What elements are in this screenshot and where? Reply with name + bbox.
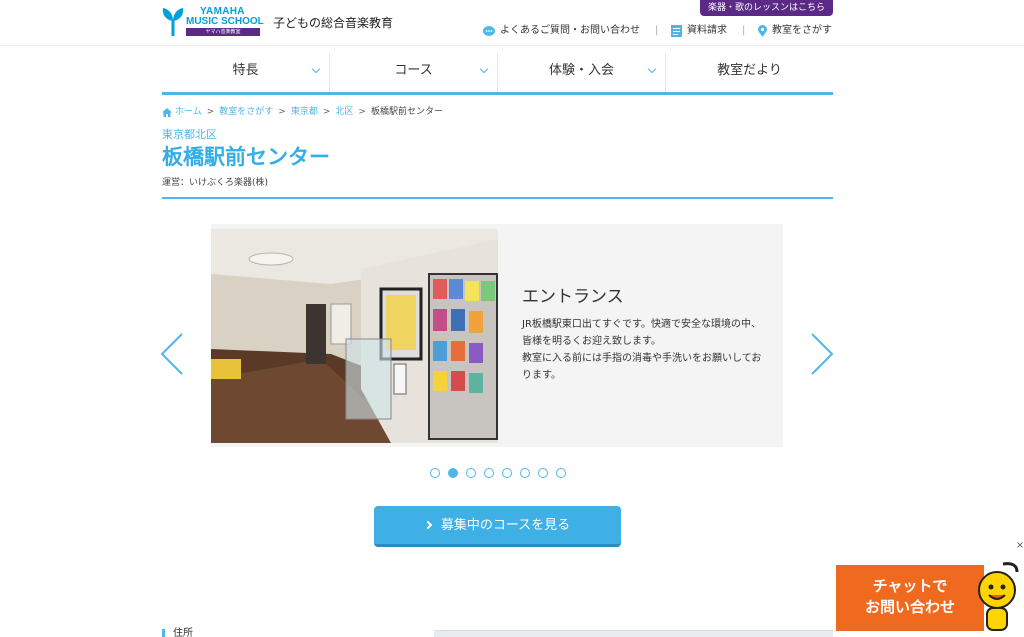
address-section-label: 住所 — [162, 629, 193, 637]
map-preview[interactable] — [434, 630, 833, 637]
link-separator: | — [742, 25, 746, 36]
next-slide-arrow-icon[interactable] — [810, 332, 834, 376]
logo-sprout-icon — [162, 8, 184, 36]
nav-school-news-label: 教室だより — [717, 63, 782, 78]
slide-pagination — [430, 468, 566, 478]
nav-features-label: 特長 — [232, 63, 259, 78]
operator-text: 運営：いけぶくろ楽器(株) — [162, 178, 269, 188]
slide-title: エントランス — [522, 287, 624, 307]
view-courses-button[interactable]: 募集中のコースを見る — [374, 506, 621, 547]
chevron-right-icon — [423, 520, 433, 530]
faq-contact-link[interactable]: よくあるご質問・お問い合わせ — [483, 24, 640, 38]
breadcrumb-separator: > — [206, 107, 215, 117]
slide-description: JR板橋駅東口出てすぐです。快適で安全な環境の中、皆様を明るくお迎え致します。 … — [522, 319, 762, 381]
slide-dot[interactable] — [466, 468, 476, 478]
breadcrumb-separator: > — [322, 107, 331, 117]
site-tagline: 子どもの総合音楽教育 — [273, 16, 394, 30]
slide-dot[interactable] — [448, 468, 458, 478]
slide-dot[interactable] — [538, 468, 548, 478]
breadcrumb-separator: > — [278, 107, 286, 117]
nav-courses-label: コース — [394, 63, 433, 78]
site-header: YAMAHA MUSIC SCHOOL ヤマハ音楽教室 子どもの総合音楽教育 楽… — [0, 0, 1024, 46]
brochure-request-label: 資料請求 — [687, 25, 727, 36]
view-courses-label: 募集中のコースを見る — [440, 518, 571, 533]
chevron-down-icon — [647, 64, 657, 74]
chevron-down-icon — [311, 64, 321, 74]
chevron-down-icon — [479, 64, 489, 74]
yamaha-logo[interactable]: YAMAHA MUSIC SCHOOL ヤマハ音楽教室 — [162, 6, 264, 36]
nav-features[interactable]: 特長 — [162, 53, 329, 92]
brochure-request-link[interactable]: 資料請求 — [671, 24, 727, 38]
slide-dot[interactable] — [502, 468, 512, 478]
breadcrumb: ホーム > 教室をさがす > 東京都 > 北区 > 板橋駅前センター — [162, 106, 443, 118]
home-icon — [162, 107, 172, 117]
nav-trial-enroll-label: 体験・入会 — [548, 63, 614, 78]
title-divider — [162, 197, 833, 199]
area-label: 東京都北区 — [162, 128, 217, 141]
page-title: 板橋駅前センター — [162, 145, 330, 169]
find-school-link[interactable]: 教室をさがす — [758, 24, 832, 38]
slide-dot[interactable] — [430, 468, 440, 478]
breadcrumb-tokyo[interactable]: 東京都 — [291, 106, 318, 118]
logo-line2: MUSIC SCHOOL — [186, 16, 264, 27]
breadcrumb-home[interactable]: ホーム — [175, 106, 202, 118]
slide-dot[interactable] — [556, 468, 566, 478]
mascot-character-icon — [978, 562, 1019, 631]
breadcrumb-kita[interactable]: 北区 — [335, 106, 353, 118]
breadcrumb-separator: > — [358, 107, 366, 117]
link-separator: | — [655, 25, 659, 36]
nav-school-news[interactable]: 教室だより — [665, 53, 833, 92]
nav-trial-enroll[interactable]: 体験・入会 — [497, 53, 665, 92]
faq-contact-label: よくあるご質問・お問い合わせ — [500, 25, 640, 36]
find-school-label: 教室をさがす — [772, 25, 832, 36]
chat-bubble-icon — [483, 25, 495, 36]
close-icon[interactable]: × — [1014, 540, 1024, 552]
slide-dot[interactable] — [484, 468, 494, 478]
global-nav: 特長 コース 体験・入会 教室だより — [162, 53, 833, 95]
lesson-link-button[interactable]: 楽器・歌のレッスンはこちら — [700, 0, 833, 16]
map-pin-icon — [758, 25, 767, 37]
prev-slide-arrow-icon[interactable] — [160, 332, 184, 376]
breadcrumb-current: 板橋駅前センター — [370, 107, 443, 117]
document-icon — [671, 25, 682, 37]
chat-contact-button[interactable]: チャットで お問い合わせ — [836, 565, 984, 631]
nav-courses[interactable]: コース — [329, 53, 497, 92]
breadcrumb-find-school[interactable]: 教室をさがす — [219, 106, 273, 118]
slide-dot[interactable] — [520, 468, 530, 478]
logo-subtitle: ヤマハ音楽教室 — [186, 28, 260, 36]
entrance-photo — [211, 229, 498, 443]
